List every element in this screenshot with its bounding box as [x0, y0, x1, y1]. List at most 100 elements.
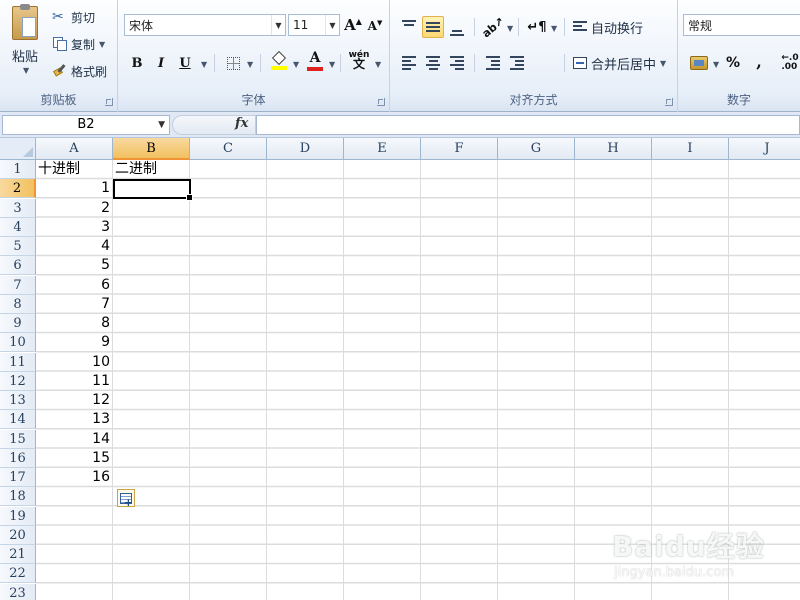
cell-a11[interactable]: 10 [36, 353, 113, 372]
rtl-button[interactable]: ↵¶ [526, 16, 548, 38]
row-header-4[interactable]: 4 [0, 218, 36, 237]
increase-indent-button[interactable] [506, 52, 528, 74]
percent-style-button[interactable]: % [722, 52, 744, 74]
cut-button[interactable]: ✂ 剪切 [52, 6, 95, 28]
row-header-5[interactable]: 5 [0, 237, 36, 256]
orientation-button[interactable]: ab↗ [479, 14, 506, 40]
select-all-button[interactable] [0, 138, 36, 160]
active-cell-b2[interactable] [113, 179, 193, 201]
chevron-down-icon[interactable]: ▼ [201, 60, 207, 69]
chevron-down-icon[interactable]: ▼ [247, 60, 253, 69]
cell-a3[interactable]: 2 [36, 199, 113, 218]
dialog-launcher-icon[interactable] [665, 98, 673, 106]
paste-button[interactable]: 粘贴 ▼ [6, 4, 44, 82]
bottom-align-button[interactable] [446, 18, 468, 40]
dialog-launcher-icon[interactable] [105, 98, 113, 106]
column-header-a[interactable]: A [36, 138, 113, 160]
accounting-format-button[interactable] [684, 52, 714, 74]
grow-font-button[interactable]: A▲ [342, 14, 364, 36]
insert-function-button[interactable]: fx [235, 116, 248, 131]
row-header-16[interactable]: 16 [0, 449, 36, 468]
cell-a17[interactable]: 16 [36, 468, 113, 487]
cell-a14[interactable]: 13 [36, 410, 113, 429]
cell-a12[interactable]: 11 [36, 372, 113, 391]
shrink-font-button[interactable]: A▼ [364, 14, 386, 36]
row-header-23[interactable]: 23 [0, 584, 36, 600]
column-header-j[interactable]: J [729, 138, 800, 160]
align-right-button[interactable] [446, 52, 468, 74]
cell-a9[interactable]: 8 [36, 314, 113, 333]
row-header-12[interactable]: 12 [0, 372, 36, 391]
fill-color-button[interactable] [268, 50, 290, 72]
bold-button[interactable]: B [126, 52, 148, 74]
column-header-d[interactable]: D [267, 138, 344, 160]
decrease-indent-button[interactable] [482, 52, 504, 74]
row-header-2[interactable]: 2 [0, 179, 36, 198]
column-header-c[interactable]: C [190, 138, 267, 160]
number-format-select[interactable]: 常规 [683, 14, 800, 36]
row-header-18[interactable]: 18 [0, 487, 36, 506]
cell-a6[interactable]: 5 [36, 256, 113, 275]
format-painter-button[interactable]: 格式刷 [52, 60, 107, 82]
row-header-15[interactable]: 15 [0, 430, 36, 449]
cell-a1[interactable]: 十进制 [38, 160, 114, 179]
row-header-8[interactable]: 8 [0, 295, 36, 314]
chevron-down-icon[interactable]: ▼ [329, 60, 335, 69]
increase-decimal-button[interactable]: ←.0.00 [778, 52, 800, 74]
row-header-1[interactable]: 1 [0, 160, 36, 179]
row-header-11[interactable]: 11 [0, 353, 36, 372]
row-header-6[interactable]: 6 [0, 256, 36, 275]
row-header-10[interactable]: 10 [0, 333, 36, 352]
chevron-down-icon[interactable]: ▼ [375, 60, 381, 69]
chevron-down-icon[interactable]: ▼ [551, 24, 557, 33]
cell-a16[interactable]: 15 [36, 449, 113, 468]
chevron-down-icon[interactable]: ▼ [507, 24, 513, 33]
column-header-f[interactable]: F [421, 138, 498, 160]
row-header-20[interactable]: 20 [0, 526, 36, 545]
row-header-14[interactable]: 14 [0, 410, 36, 429]
row-header-19[interactable]: 19 [0, 507, 36, 526]
row-header-22[interactable]: 22 [0, 564, 36, 583]
column-header-g[interactable]: G [498, 138, 575, 160]
merge-center-button[interactable]: 合并后居中 ▼ [572, 52, 666, 74]
cell-b1[interactable]: 二进制 [115, 160, 191, 179]
cell-a5[interactable]: 4 [36, 237, 113, 256]
copy-button[interactable]: 复制 ▼ [52, 33, 105, 55]
auto-fill-options-icon[interactable] [117, 489, 135, 509]
cell-a13[interactable]: 12 [36, 391, 113, 410]
cell-a8[interactable]: 7 [36, 295, 113, 314]
column-header-h[interactable]: H [575, 138, 652, 160]
name-box[interactable]: B2 ▼ [2, 115, 170, 135]
phonetic-guide-button[interactable]: wén 文 [348, 50, 370, 72]
formula-input[interactable] [256, 115, 800, 135]
align-center-button[interactable] [422, 52, 444, 74]
font-color-button[interactable]: A [304, 50, 326, 72]
column-header-i[interactable]: I [652, 138, 729, 160]
comma-style-button[interactable]: , [748, 50, 770, 72]
font-name-select[interactable]: 宋体 ▼ [124, 14, 286, 36]
column-header-b[interactable]: B [113, 138, 190, 160]
cell-a15[interactable]: 14 [36, 430, 113, 449]
dialog-launcher-icon[interactable] [377, 98, 385, 106]
column-header-e[interactable]: E [344, 138, 421, 160]
chevron-down-icon[interactable]: ▼ [713, 60, 719, 69]
top-align-button[interactable] [398, 16, 420, 38]
wrap-text-button[interactable]: 自动换行 [572, 16, 643, 38]
underline-button[interactable]: U [174, 52, 196, 74]
italic-button[interactable]: I [150, 52, 172, 74]
cell-a10[interactable]: 9 [36, 333, 113, 352]
row-header-21[interactable]: 21 [0, 545, 36, 564]
chevron-down-icon[interactable]: ▼ [293, 60, 299, 69]
borders-button[interactable] [222, 52, 244, 74]
cell-a4[interactable]: 3 [36, 218, 113, 237]
middle-align-button[interactable] [422, 16, 444, 38]
cell-a7[interactable]: 6 [36, 276, 113, 295]
row-header-17[interactable]: 17 [0, 468, 36, 487]
row-header-13[interactable]: 13 [0, 391, 36, 410]
cell-a2[interactable]: 1 [36, 179, 113, 198]
row-header-3[interactable]: 3 [0, 199, 36, 218]
row-header-7[interactable]: 7 [0, 276, 36, 295]
row-header-9[interactable]: 9 [0, 314, 36, 333]
font-size-select[interactable]: 11 ▼ [288, 14, 340, 36]
align-left-button[interactable] [398, 52, 420, 74]
